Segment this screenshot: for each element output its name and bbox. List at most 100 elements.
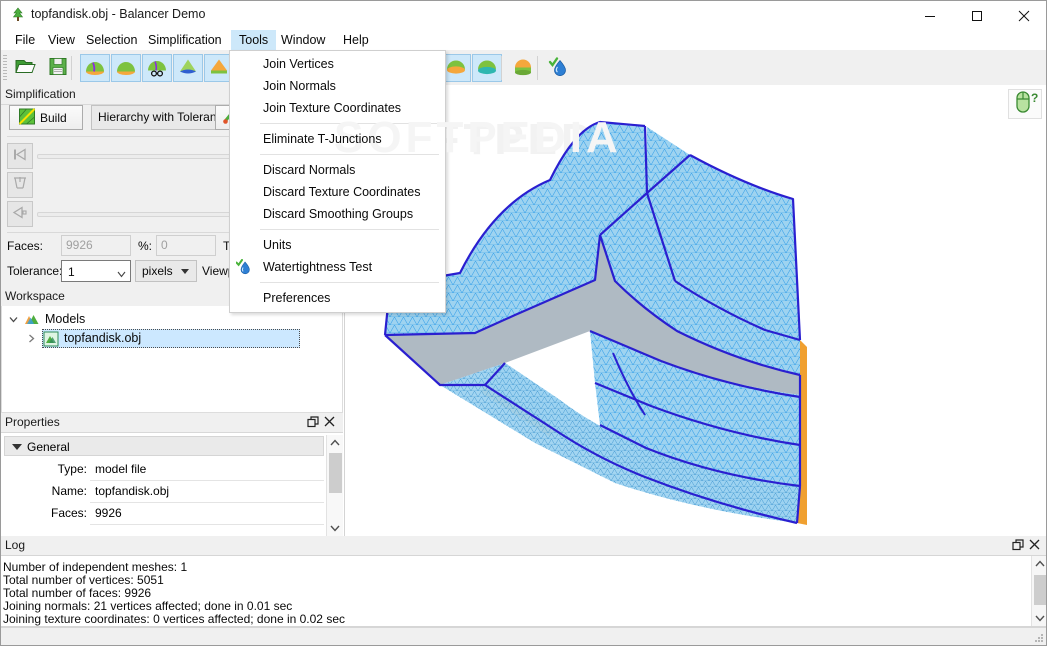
resize-grip[interactable] xyxy=(1033,632,1045,644)
menu-separator-2 xyxy=(260,154,439,155)
units-select[interactable]: pixels xyxy=(135,260,197,282)
simplification-panel-title: Simplification xyxy=(5,87,76,101)
close-icon[interactable] xyxy=(1029,539,1043,553)
faces-field[interactable]: 9926 xyxy=(61,235,131,256)
3d-viewport[interactable]: SOFTPEDIA ? xyxy=(344,85,1046,536)
build-button-label: Build xyxy=(40,111,67,125)
status-bar xyxy=(1,627,1046,645)
undock-icon[interactable] xyxy=(1012,539,1026,553)
menu-help[interactable]: Help xyxy=(335,30,377,50)
dome-plain-icon xyxy=(115,57,137,80)
scroll-up-icon[interactable] xyxy=(327,435,343,451)
tolerance-link-button[interactable] xyxy=(7,172,33,198)
water-drop-icon xyxy=(235,259,252,275)
property-row-type: Type: model file xyxy=(1,459,324,481)
tolerance-value: 1 xyxy=(68,265,75,279)
menu-item-units[interactable]: Units xyxy=(230,234,445,256)
menu-file[interactable]: File xyxy=(7,30,43,50)
toolbar-separator-2 xyxy=(501,56,502,80)
menu-item-join-normals[interactable]: Join Normals xyxy=(230,75,445,97)
log-output[interactable]: Number of independent meshes: 1 Total nu… xyxy=(1,555,1046,627)
save-file-button[interactable] xyxy=(43,54,73,82)
application-window: topfandisk.obj - Balancer Demo File View… xyxy=(0,0,1047,646)
simplification-method-value: Hierarchy with Tolerance xyxy=(98,110,230,124)
menu-view[interactable]: View xyxy=(40,30,83,50)
log-panel: Log Number of independent meshes: 1 Tota… xyxy=(1,536,1046,645)
toolbar-grip-1[interactable] xyxy=(3,55,7,80)
property-value-type[interactable]: model file xyxy=(90,459,324,481)
step-back-icon xyxy=(12,206,28,223)
tree-node-models-label: Models xyxy=(45,312,86,326)
menu-separator-3 xyxy=(260,229,439,230)
simplification-slider-2[interactable] xyxy=(37,212,231,217)
scroll-down-icon[interactable] xyxy=(1032,610,1046,626)
scroll-down-icon[interactable] xyxy=(327,520,343,536)
percent-label: %: xyxy=(138,239,153,253)
properties-group-label: General xyxy=(27,440,70,454)
scroll-up-icon[interactable] xyxy=(1032,556,1046,572)
properties-panel-header: Properties xyxy=(1,413,343,433)
simplification-slider-1[interactable] xyxy=(37,154,231,159)
property-row-name: Name: topfandisk.obj xyxy=(1,481,324,503)
open-file-button[interactable] xyxy=(11,54,41,82)
tree-node-topfandisk-label: topfandisk.obj xyxy=(64,331,142,345)
window-title: topfandisk.obj - Balancer Demo xyxy=(31,7,206,21)
menu-tools[interactable]: Tools xyxy=(231,30,277,50)
step-back-button[interactable] xyxy=(7,201,33,227)
wireframe-button[interactable] xyxy=(142,54,172,82)
shading-smooth-button[interactable] xyxy=(80,54,110,82)
undock-icon[interactable] xyxy=(307,416,321,430)
properties-scrollbar-thumb[interactable] xyxy=(329,453,342,493)
minimize-button[interactable] xyxy=(907,1,952,30)
chevron-down-icon[interactable] xyxy=(8,314,19,328)
menu-item-join-texture-coordinates[interactable]: Join Texture Coordinates xyxy=(230,97,445,119)
menu-item-discard-smoothing-groups[interactable]: Discard Smoothing Groups xyxy=(230,203,445,225)
workspace-panel-title: Workspace xyxy=(5,289,65,303)
menu-item-discard-texture-coordinates[interactable]: Discard Texture Coordinates xyxy=(230,181,445,203)
properties-group-general[interactable]: General xyxy=(4,436,324,456)
log-scrollbar[interactable] xyxy=(1031,556,1046,626)
menu-item-preferences[interactable]: Preferences xyxy=(230,287,445,309)
mouse-help-icon[interactable]: ? xyxy=(1008,89,1042,119)
shading-flat-button[interactable] xyxy=(111,54,141,82)
property-value-name[interactable]: topfandisk.obj xyxy=(90,481,324,503)
skip-to-start-icon xyxy=(12,148,28,165)
tolerance-select[interactable]: 1 xyxy=(61,260,131,282)
menu-simplification[interactable]: Simplification xyxy=(140,30,230,50)
build-mesh-icon xyxy=(18,108,36,128)
silhouette-button[interactable] xyxy=(173,54,203,82)
maximize-button[interactable] xyxy=(954,1,999,30)
workspace-tree[interactable]: Models topfandisk.obj xyxy=(1,306,343,413)
app-tree-icon xyxy=(10,7,26,23)
watertightness-button[interactable] xyxy=(544,54,574,82)
divider-2 xyxy=(7,232,237,233)
solid-model-button[interactable] xyxy=(508,54,538,82)
menu-item-discard-normals[interactable]: Discard Normals xyxy=(230,159,445,181)
menu-item-join-vertices[interactable]: Join Vertices xyxy=(230,53,445,75)
toolbar-separator-1 xyxy=(71,56,72,80)
title-bar: topfandisk.obj - Balancer Demo xyxy=(1,1,1046,30)
menu-window[interactable]: Window xyxy=(273,30,333,50)
log-scrollbar-thumb[interactable] xyxy=(1034,575,1046,605)
close-icon[interactable] xyxy=(324,416,338,430)
properties-scrollbar[interactable] xyxy=(326,435,343,536)
log-panel-header: Log xyxy=(1,536,1046,556)
goto-start-button[interactable] xyxy=(7,143,33,169)
svg-text:?: ? xyxy=(1031,91,1038,105)
property-key-name: Name: xyxy=(51,484,87,498)
water-drop-check-icon xyxy=(548,57,570,80)
property-value-faces[interactable]: 9926 xyxy=(90,503,324,525)
menu-item-eliminate-t-junctions[interactable]: Eliminate T-Junctions xyxy=(230,128,445,150)
menu-item-watertightness-test[interactable]: Watertightness Test xyxy=(230,256,445,278)
cone-blue-icon xyxy=(177,57,199,80)
percent-field[interactable]: 0 xyxy=(156,235,216,256)
texture-view2-button[interactable] xyxy=(472,54,502,82)
tools-dropdown-menu[interactable]: SOFTPEDIA Join Vertices Join Normals Joi… xyxy=(229,50,618,313)
tolerance-label: Tolerance: xyxy=(7,264,63,278)
build-button[interactable]: Build xyxy=(9,105,83,130)
dome-glasses-icon xyxy=(146,57,168,80)
units-value: pixels xyxy=(142,264,173,278)
close-button[interactable] xyxy=(1001,1,1046,30)
chevron-right-icon[interactable] xyxy=(26,333,37,347)
menu-selection[interactable]: Selection xyxy=(78,30,145,50)
